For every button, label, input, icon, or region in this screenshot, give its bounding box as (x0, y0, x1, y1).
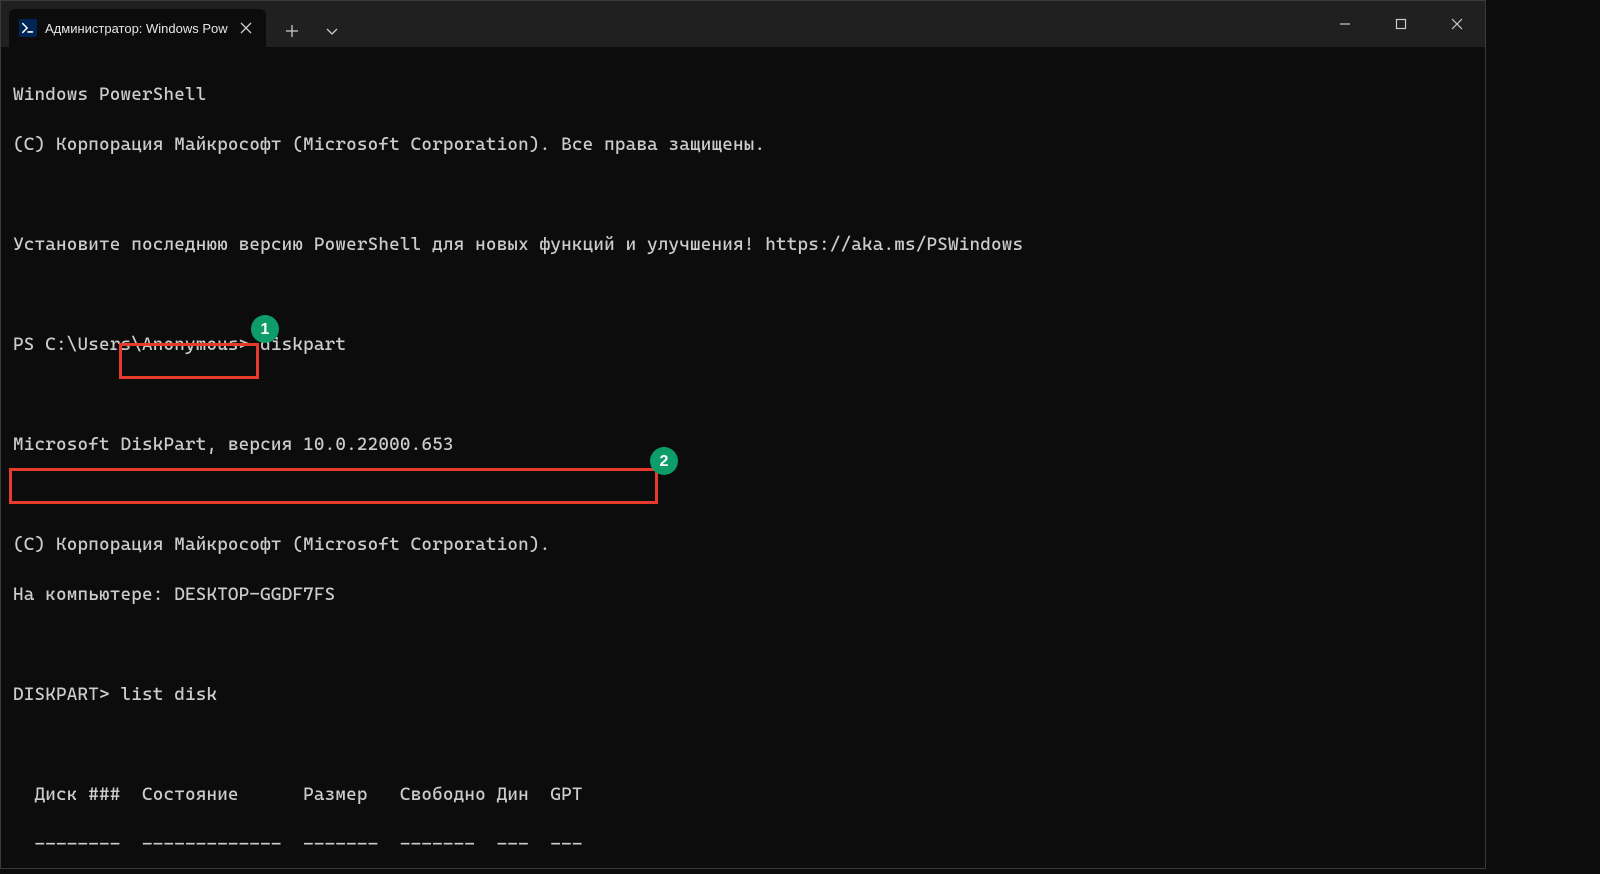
tab-controls (266, 15, 348, 47)
plus-icon (285, 24, 299, 38)
terminal-line (13, 182, 1473, 207)
terminal-line (13, 482, 1473, 507)
close-button[interactable] (1429, 1, 1485, 47)
terminal-line: Установите последнюю версию PowerShell д… (13, 232, 1473, 257)
tab-title: Администратор: Windows Pow (45, 21, 228, 36)
terminal-line: Диск ### Состояние Размер Свободно Дин G… (13, 782, 1473, 807)
terminal-line (13, 282, 1473, 307)
close-icon (1451, 18, 1463, 30)
new-tab-button[interactable] (276, 15, 308, 47)
terminal-line: На компьютере: DESKTOP-GGDF7FS (13, 582, 1473, 607)
terminal-line: DISKPART> list disk (13, 682, 1473, 707)
minimize-button[interactable] (1317, 1, 1373, 47)
maximize-button[interactable] (1373, 1, 1429, 47)
terminal-line (13, 632, 1473, 657)
terminal-line: Microsoft DiskPart, версия 10.0.22000.65… (13, 432, 1473, 457)
terminal-line: Windows PowerShell (13, 82, 1473, 107)
terminal-line (13, 382, 1473, 407)
terminal-line: PS C:\Users\Anonymous> diskpart (13, 332, 1473, 357)
tab-region: Администратор: Windows Pow (1, 1, 348, 47)
titlebar: Администратор: Windows Pow (1, 1, 1485, 47)
chevron-down-icon (325, 24, 339, 38)
tab-dropdown-button[interactable] (316, 15, 348, 47)
terminal-line: (C) Корпорация Майкрософт (Microsoft Cor… (13, 532, 1473, 557)
terminal-line (13, 732, 1473, 757)
terminal-line: (C) Корпорация Майкрософт (Microsoft Cor… (13, 132, 1473, 157)
terminal-window: Администратор: Windows Pow (0, 0, 1486, 869)
tab-close-button[interactable] (236, 18, 256, 38)
active-tab[interactable]: Администратор: Windows Pow (9, 9, 266, 47)
minimize-icon (1339, 18, 1351, 30)
maximize-icon (1395, 18, 1407, 30)
window-controls (1317, 1, 1485, 47)
terminal-line: -------- ------------- ------- ------- -… (13, 832, 1473, 857)
powershell-icon (19, 19, 37, 37)
terminal-body[interactable]: Windows PowerShell (C) Корпорация Майкро… (1, 47, 1485, 874)
